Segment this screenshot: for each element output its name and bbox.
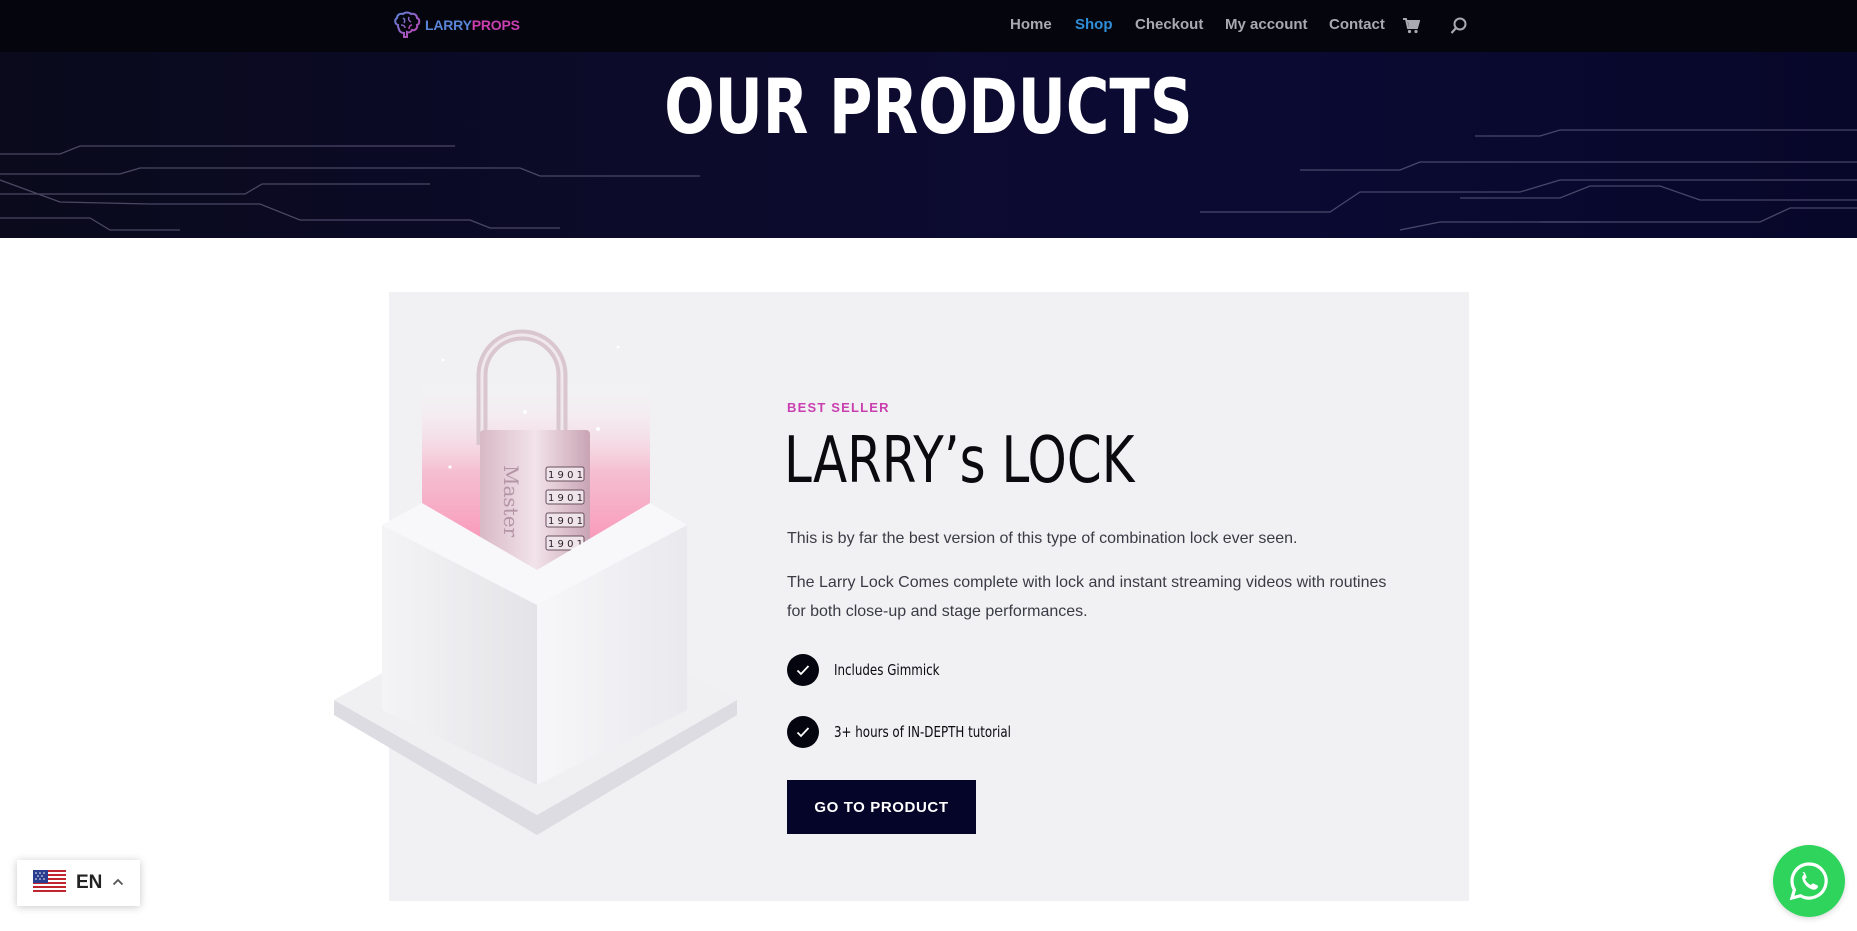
language-code: EN	[76, 872, 103, 893]
logo-text: LARRYPROPS	[425, 17, 520, 33]
nav-checkout[interactable]: Checkout	[1135, 16, 1203, 33]
hero-banner: OUR PRODUCTS	[0, 52, 1857, 238]
svg-text:Master: Master	[499, 465, 523, 538]
best-seller-badge: BEST SELLER	[787, 400, 890, 415]
top-navigation-bar: LARRYPROPS Home Shop Checkout My account…	[0, 0, 1857, 52]
feature-item-tutorial: 3+ hours of IN-DEPTH tutorial	[787, 716, 1035, 748]
cart-icon[interactable]	[1402, 18, 1421, 39]
check-icon	[787, 654, 819, 686]
padlock-in-box-illustration: 1 9 0 1 1 9 0 1 1 9 0 1 1 9 0 1 Master	[334, 329, 737, 835]
svg-text:1 9 0 1: 1 9 0 1	[548, 470, 583, 481]
feature-item-gimmick: Includes Gimmick	[787, 654, 954, 686]
product-description-2: The Larry Lock Comes complete with lock …	[787, 574, 1387, 620]
feature-label: Includes Gimmick	[834, 661, 940, 679]
check-icon	[787, 716, 819, 748]
whatsapp-button[interactable]	[1773, 845, 1845, 917]
page-title: OUR PRODUCTS	[664, 62, 1193, 151]
svg-text:1 9 0 1: 1 9 0 1	[548, 516, 583, 527]
us-flag-icon	[33, 870, 66, 894]
chevron-up-icon	[112, 878, 124, 886]
site-logo[interactable]: LARRYPROPS	[392, 11, 520, 39]
search-icon[interactable]	[1450, 17, 1468, 40]
nav-home[interactable]: Home	[1010, 16, 1052, 33]
logo-text-larry: LARRY	[425, 17, 472, 33]
language-switcher[interactable]: EN	[17, 860, 140, 906]
nav-contact[interactable]: Contact	[1329, 16, 1385, 33]
product-title: LARRY’s LOCK	[784, 424, 1135, 498]
whatsapp-icon	[1789, 862, 1828, 901]
logo-text-props: PROPS	[471, 17, 520, 33]
nav-my-account[interactable]: My account	[1225, 16, 1308, 33]
brain-icon	[394, 11, 421, 38]
nav-shop[interactable]: Shop	[1075, 16, 1113, 33]
feature-label: 3+ hours of IN-DEPTH tutorial	[834, 723, 1011, 741]
product-description-1: This is by far the best version of this …	[787, 530, 1298, 547]
svg-text:1 9 0 1: 1 9 0 1	[548, 493, 583, 504]
go-to-product-button[interactable]: GO TO PRODUCT	[787, 780, 976, 834]
